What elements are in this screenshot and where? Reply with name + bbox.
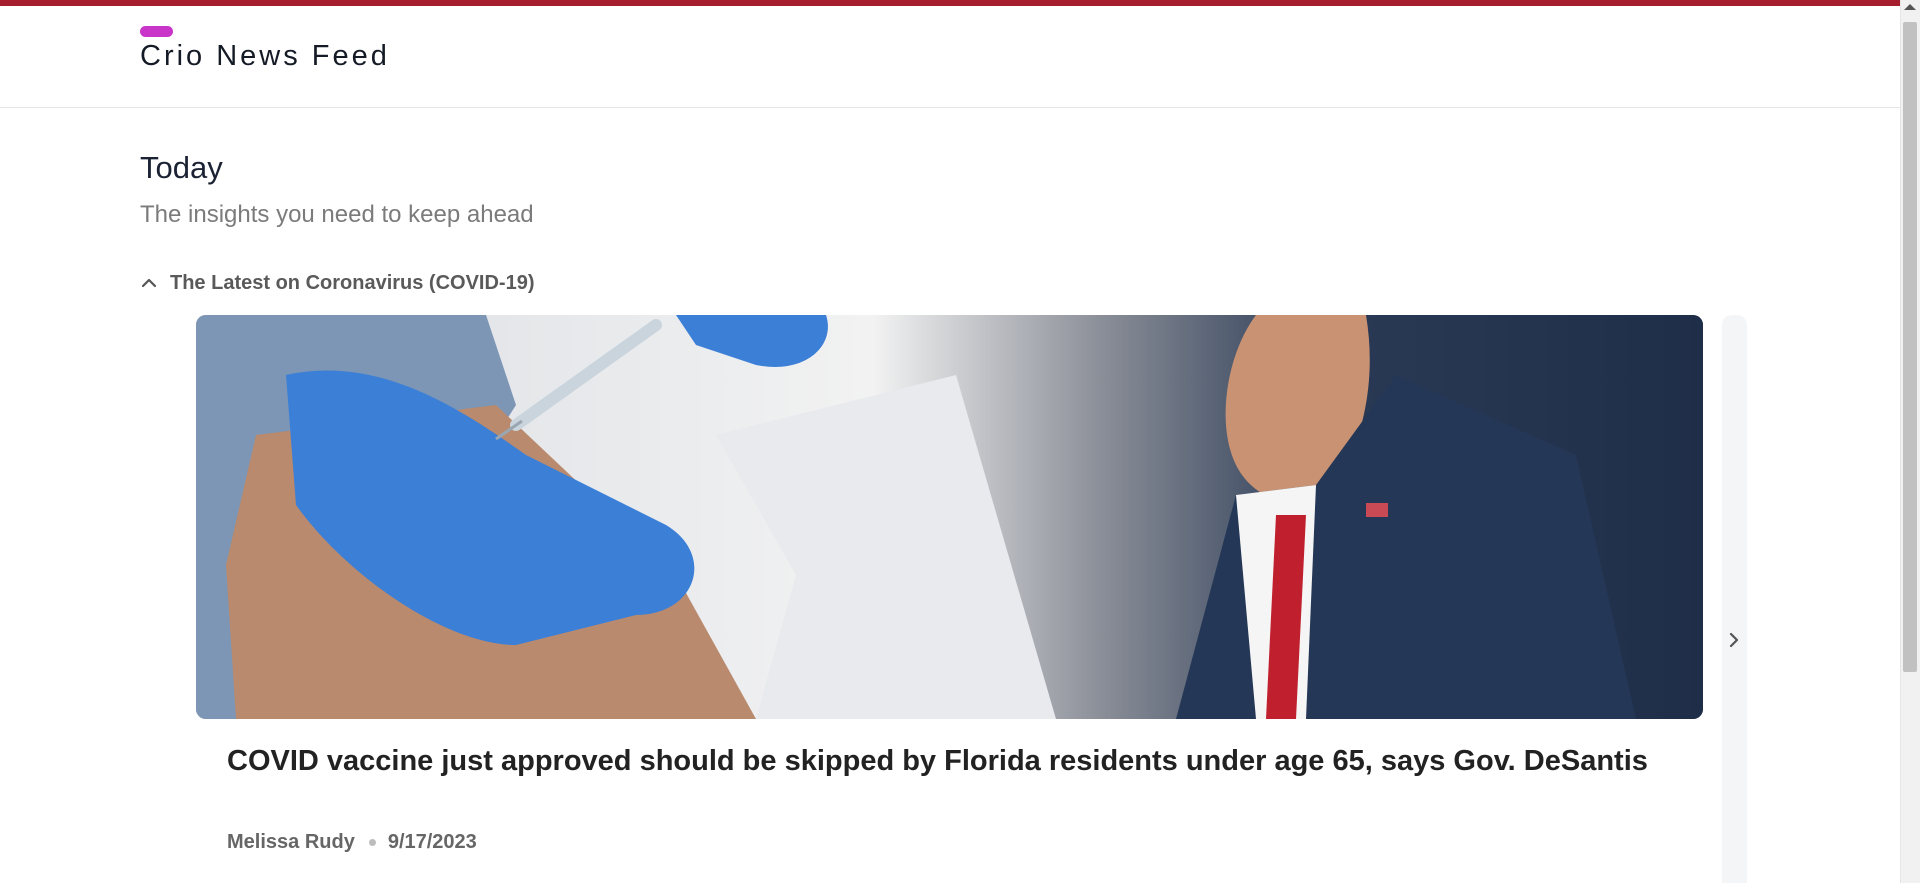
news-carousel: COVID vaccine just approved should be sk… <box>196 315 1747 883</box>
carousel-next-strip[interactable] <box>1722 315 1747 883</box>
news-card-meta: Melissa Rudy 9/17/2023 <box>227 831 477 854</box>
carousel-next-button[interactable] <box>1721 627 1747 653</box>
news-card[interactable]: COVID vaccine just approved should be sk… <box>196 315 1703 883</box>
news-card-author: Melissa Rudy <box>227 831 355 853</box>
site-header: Crio News Feed <box>0 6 1900 108</box>
chevron-right-icon <box>1726 632 1742 648</box>
brand-title[interactable]: Crio News Feed <box>140 40 390 73</box>
accordion-toggle-covid[interactable]: The Latest on Coronavirus (COVID-19) <box>138 268 535 298</box>
page-subtitle: The insights you need to keep ahead <box>140 201 534 228</box>
brand-pill-icon <box>140 26 173 37</box>
scrollbar-thumb[interactable] <box>1903 22 1917 672</box>
scroll-up-arrow-icon[interactable] <box>1904 4 1916 10</box>
accordion-label: The Latest on Coronavirus (COVID-19) <box>170 271 535 294</box>
chevron-up-icon <box>138 272 160 294</box>
news-card-title[interactable]: COVID vaccine just approved should be sk… <box>227 743 1657 779</box>
page-title: Today <box>140 150 223 185</box>
meta-separator-dot <box>368 839 376 846</box>
news-card-image[interactable] <box>196 315 1703 719</box>
news-card-date: 9/17/2023 <box>387 831 477 853</box>
